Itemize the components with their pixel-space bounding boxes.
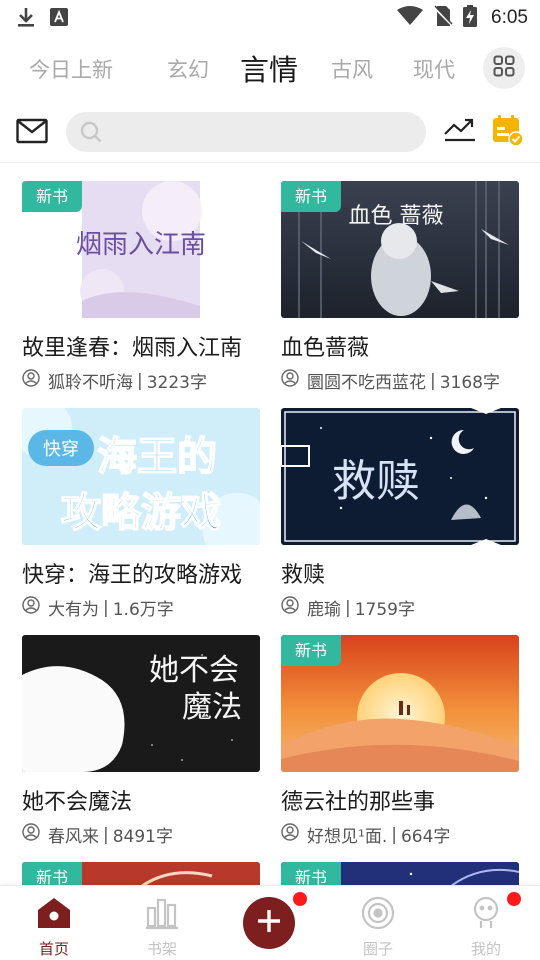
book-cover: 烟雨入江南 新书: [22, 181, 260, 318]
book-word-count: 3168字: [439, 373, 500, 393]
book-card[interactable]: 新书 德云社的那些事 好想见¹面. | 664字: [281, 635, 519, 851]
nav-profile-label: 我的: [470, 940, 501, 958]
wifi-icon: [397, 6, 424, 30]
author-icon: [281, 823, 299, 846]
home-icon: [36, 896, 72, 934]
bookshelf-icon: [145, 896, 179, 934]
author-icon: [281, 369, 299, 392]
book-author: 大有为: [48, 600, 99, 620]
book-card[interactable]: 她不会 魔法 她不会魔法 春风来 | 8491字: [22, 635, 260, 851]
cover-title: 烟雨入江南: [76, 230, 206, 260]
search-input[interactable]: [110, 112, 410, 152]
new-book-badge: 新书: [281, 635, 342, 666]
svg-text:魔法: 魔法: [182, 690, 242, 725]
trend-icon[interactable]: [444, 116, 476, 146]
book-meta: 好想见¹面. | 664字: [281, 822, 450, 847]
notification-dot: [507, 892, 521, 906]
book-meta: 春风来 | 8491字: [22, 822, 173, 847]
author-icon: [281, 596, 299, 619]
no-sim-icon: [433, 5, 453, 31]
book-word-count: 1.6万字: [112, 600, 174, 620]
nav-bookshelf[interactable]: 书架: [117, 886, 207, 960]
book-meta: 鹿瑜 | 1759字: [281, 595, 415, 620]
status-time: 6:05: [491, 7, 528, 28]
book-meta: 大有为 | 1.6万字: [22, 595, 174, 620]
book-card-partial[interactable]: 新书: [22, 862, 260, 886]
book-card[interactable]: 烟雨入江南 新书 故里逢春：烟雨入江南 狐聆不听海 | 3223字: [22, 181, 260, 397]
book-title: 救赎: [281, 563, 326, 588]
book-word-count: 664字: [400, 827, 451, 847]
tab-fantasy[interactable]: 玄幻: [167, 44, 209, 96]
tab-today-new[interactable]: 今日上新: [29, 44, 113, 96]
book-card[interactable]: 血色 蔷薇 新书 血色蔷薇 圜圆不吃西蓝花 | 3168字: [281, 181, 519, 397]
battery-charging-icon: [463, 5, 478, 31]
book-word-count: 3223字: [146, 373, 207, 393]
book-meta: 圜圆不吃西蓝花 | 3168字: [281, 368, 500, 393]
app-icon: [50, 8, 68, 30]
book-cover: 救赎: [281, 408, 519, 545]
nav-circle[interactable]: 圈子: [333, 886, 423, 960]
book-card[interactable]: 救赎 救赎 鹿瑜 | 1759字: [281, 408, 519, 624]
download-icon: [16, 6, 36, 32]
book-cover: 血色 蔷薇 新书: [281, 181, 519, 318]
tab-ancient[interactable]: 古风: [331, 44, 373, 96]
grid-icon: [493, 55, 515, 81]
book-title: 血色蔷薇: [281, 336, 370, 361]
cover-title: 她不会: [149, 653, 239, 688]
book-title: 德云社的那些事: [281, 790, 436, 815]
book-title: 故里逢春：烟雨入江南: [22, 336, 243, 361]
search-row: [0, 108, 540, 156]
book-author: 鹿瑜: [307, 600, 341, 620]
svg-text:快穿: 快穿: [43, 439, 79, 460]
book-word-count: 8491字: [112, 827, 173, 847]
add-button[interactable]: [243, 897, 295, 949]
circle-icon: [361, 896, 395, 934]
book-cover: 新书: [281, 635, 519, 772]
category-tabs: 今日上新 玄幻 言情 古风 现代: [0, 44, 540, 96]
category-grid-button[interactable]: [483, 47, 525, 89]
book-title: 她不会魔法: [22, 790, 133, 815]
nav-home[interactable]: 首页: [9, 886, 99, 960]
cover-title: 海王的: [97, 434, 217, 480]
book-author: 好想见¹面.: [307, 827, 388, 847]
nav-bookshelf-label: 书架: [146, 940, 177, 958]
cover-title: 救赎: [332, 456, 420, 507]
book-cover: 快穿 海王的 攻略游戏: [22, 408, 260, 545]
profile-icon: [469, 896, 503, 934]
new-book-badge: 新书: [22, 181, 83, 212]
book-word-count: 1759字: [354, 600, 415, 620]
search-icon: [80, 121, 102, 147]
author-icon: [22, 823, 40, 846]
tab-modern[interactable]: 现代: [413, 44, 455, 96]
cover-title: 血色 蔷薇: [349, 204, 444, 229]
book-card-partial[interactable]: 新书: [281, 862, 519, 886]
book-cover: 她不会 魔法: [22, 635, 260, 772]
new-book-badge: 新书: [281, 181, 342, 212]
book-author: 狐聆不听海: [48, 373, 133, 393]
book-author: 春风来: [48, 827, 99, 847]
book-card[interactable]: 快穿 海王的 攻略游戏 快穿：海王的攻略游戏 大有为 | 1.6万字: [22, 408, 260, 624]
status-bar: 6:05: [0, 0, 540, 36]
author-icon: [22, 596, 40, 619]
new-book-badge: 新书: [22, 862, 83, 886]
notification-dot: [293, 892, 307, 906]
author-icon: [22, 369, 40, 392]
divider: [0, 162, 540, 163]
calendar-check-icon[interactable]: [492, 114, 524, 150]
plus-icon: [256, 908, 282, 938]
mail-icon[interactable]: [16, 118, 48, 148]
svg-text:攻略游戏: 攻略游戏: [61, 490, 221, 536]
book-title: 快穿：海王的攻略游戏: [22, 563, 243, 588]
book-author: 圜圆不吃西蓝花: [307, 373, 426, 393]
new-book-badge: 新书: [281, 862, 342, 886]
search-bar[interactable]: [66, 112, 426, 152]
tab-romance[interactable]: 言情: [240, 44, 298, 96]
nav-home-label: 首页: [38, 940, 69, 958]
nav-circle-label: 圈子: [362, 940, 393, 958]
book-meta: 狐聆不听海 | 3223字: [22, 368, 207, 393]
